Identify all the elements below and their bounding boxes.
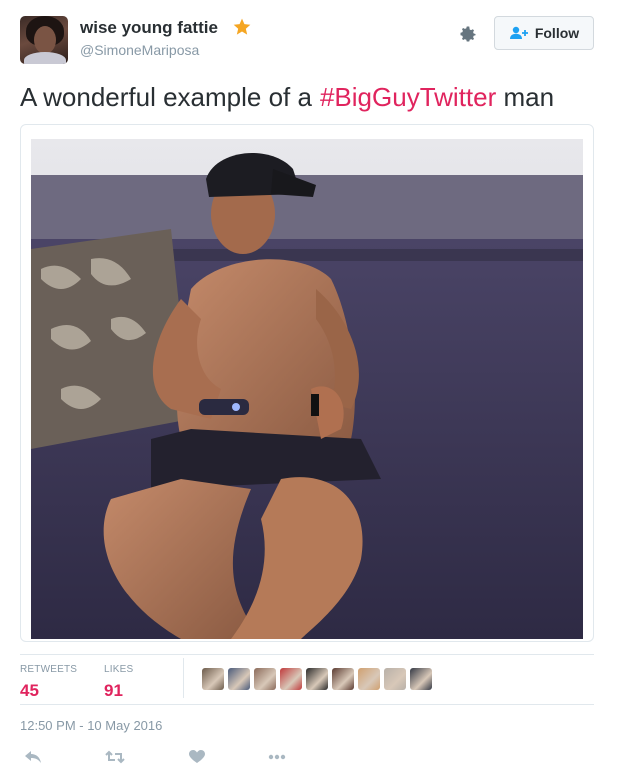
liker-avatars bbox=[202, 668, 432, 690]
likes-label: LIKES bbox=[104, 664, 134, 675]
tweet-text: A wonderful example of a #BigGuyTwitter m… bbox=[20, 82, 554, 113]
divider-top bbox=[20, 654, 594, 655]
author-avatar[interactable] bbox=[20, 16, 68, 64]
tweet-text-body: A wonderful example of a bbox=[20, 82, 312, 112]
liker-avatar[interactable] bbox=[280, 668, 302, 690]
divider-bottom bbox=[20, 704, 594, 705]
tweet-text-tail: man bbox=[503, 82, 555, 112]
liker-avatar[interactable] bbox=[384, 668, 406, 690]
retweet-icon[interactable] bbox=[104, 748, 126, 766]
retweet-stat[interactable]: RETWEETS 45 bbox=[20, 664, 77, 701]
tweet-photo[interactable] bbox=[31, 139, 583, 639]
liker-avatar[interactable] bbox=[202, 668, 224, 690]
tweet-timestamp[interactable]: 12:50 PM - 10 May 2016 bbox=[20, 718, 162, 733]
stats-divider bbox=[183, 658, 184, 698]
more-icon[interactable] bbox=[266, 748, 288, 766]
retweets-label: RETWEETS bbox=[20, 664, 78, 675]
follow-label: Follow bbox=[534, 25, 580, 41]
liker-avatar[interactable] bbox=[254, 668, 276, 690]
author-handle[interactable]: @SimoneMariposa bbox=[80, 42, 199, 58]
like-icon[interactable] bbox=[186, 748, 208, 766]
reply-icon[interactable] bbox=[22, 748, 44, 766]
tweet-stats: RETWEETS 45 LIKES 91 bbox=[20, 656, 594, 704]
likes-count: 91 bbox=[104, 681, 123, 700]
gear-icon[interactable] bbox=[458, 24, 478, 44]
retweets-count: 45 bbox=[20, 681, 39, 700]
author-name[interactable]: wise young fattie bbox=[80, 18, 218, 38]
liker-avatar[interactable] bbox=[332, 668, 354, 690]
liker-avatar[interactable] bbox=[410, 668, 432, 690]
star-icon bbox=[233, 18, 251, 35]
hashtag-link[interactable]: #BigGuyTwitter bbox=[320, 82, 496, 112]
tweet-header: wise young fattie @SimoneMariposa Follow bbox=[20, 14, 600, 68]
liker-avatar[interactable] bbox=[228, 668, 250, 690]
liker-avatar[interactable] bbox=[306, 668, 328, 690]
liker-avatar[interactable] bbox=[358, 668, 380, 690]
like-stat[interactable]: LIKES 91 bbox=[104, 664, 133, 701]
tweet-actions bbox=[20, 748, 320, 768]
follow-button[interactable]: Follow bbox=[494, 16, 594, 50]
add-user-icon bbox=[509, 26, 528, 39]
tweet-media[interactable] bbox=[20, 124, 594, 642]
